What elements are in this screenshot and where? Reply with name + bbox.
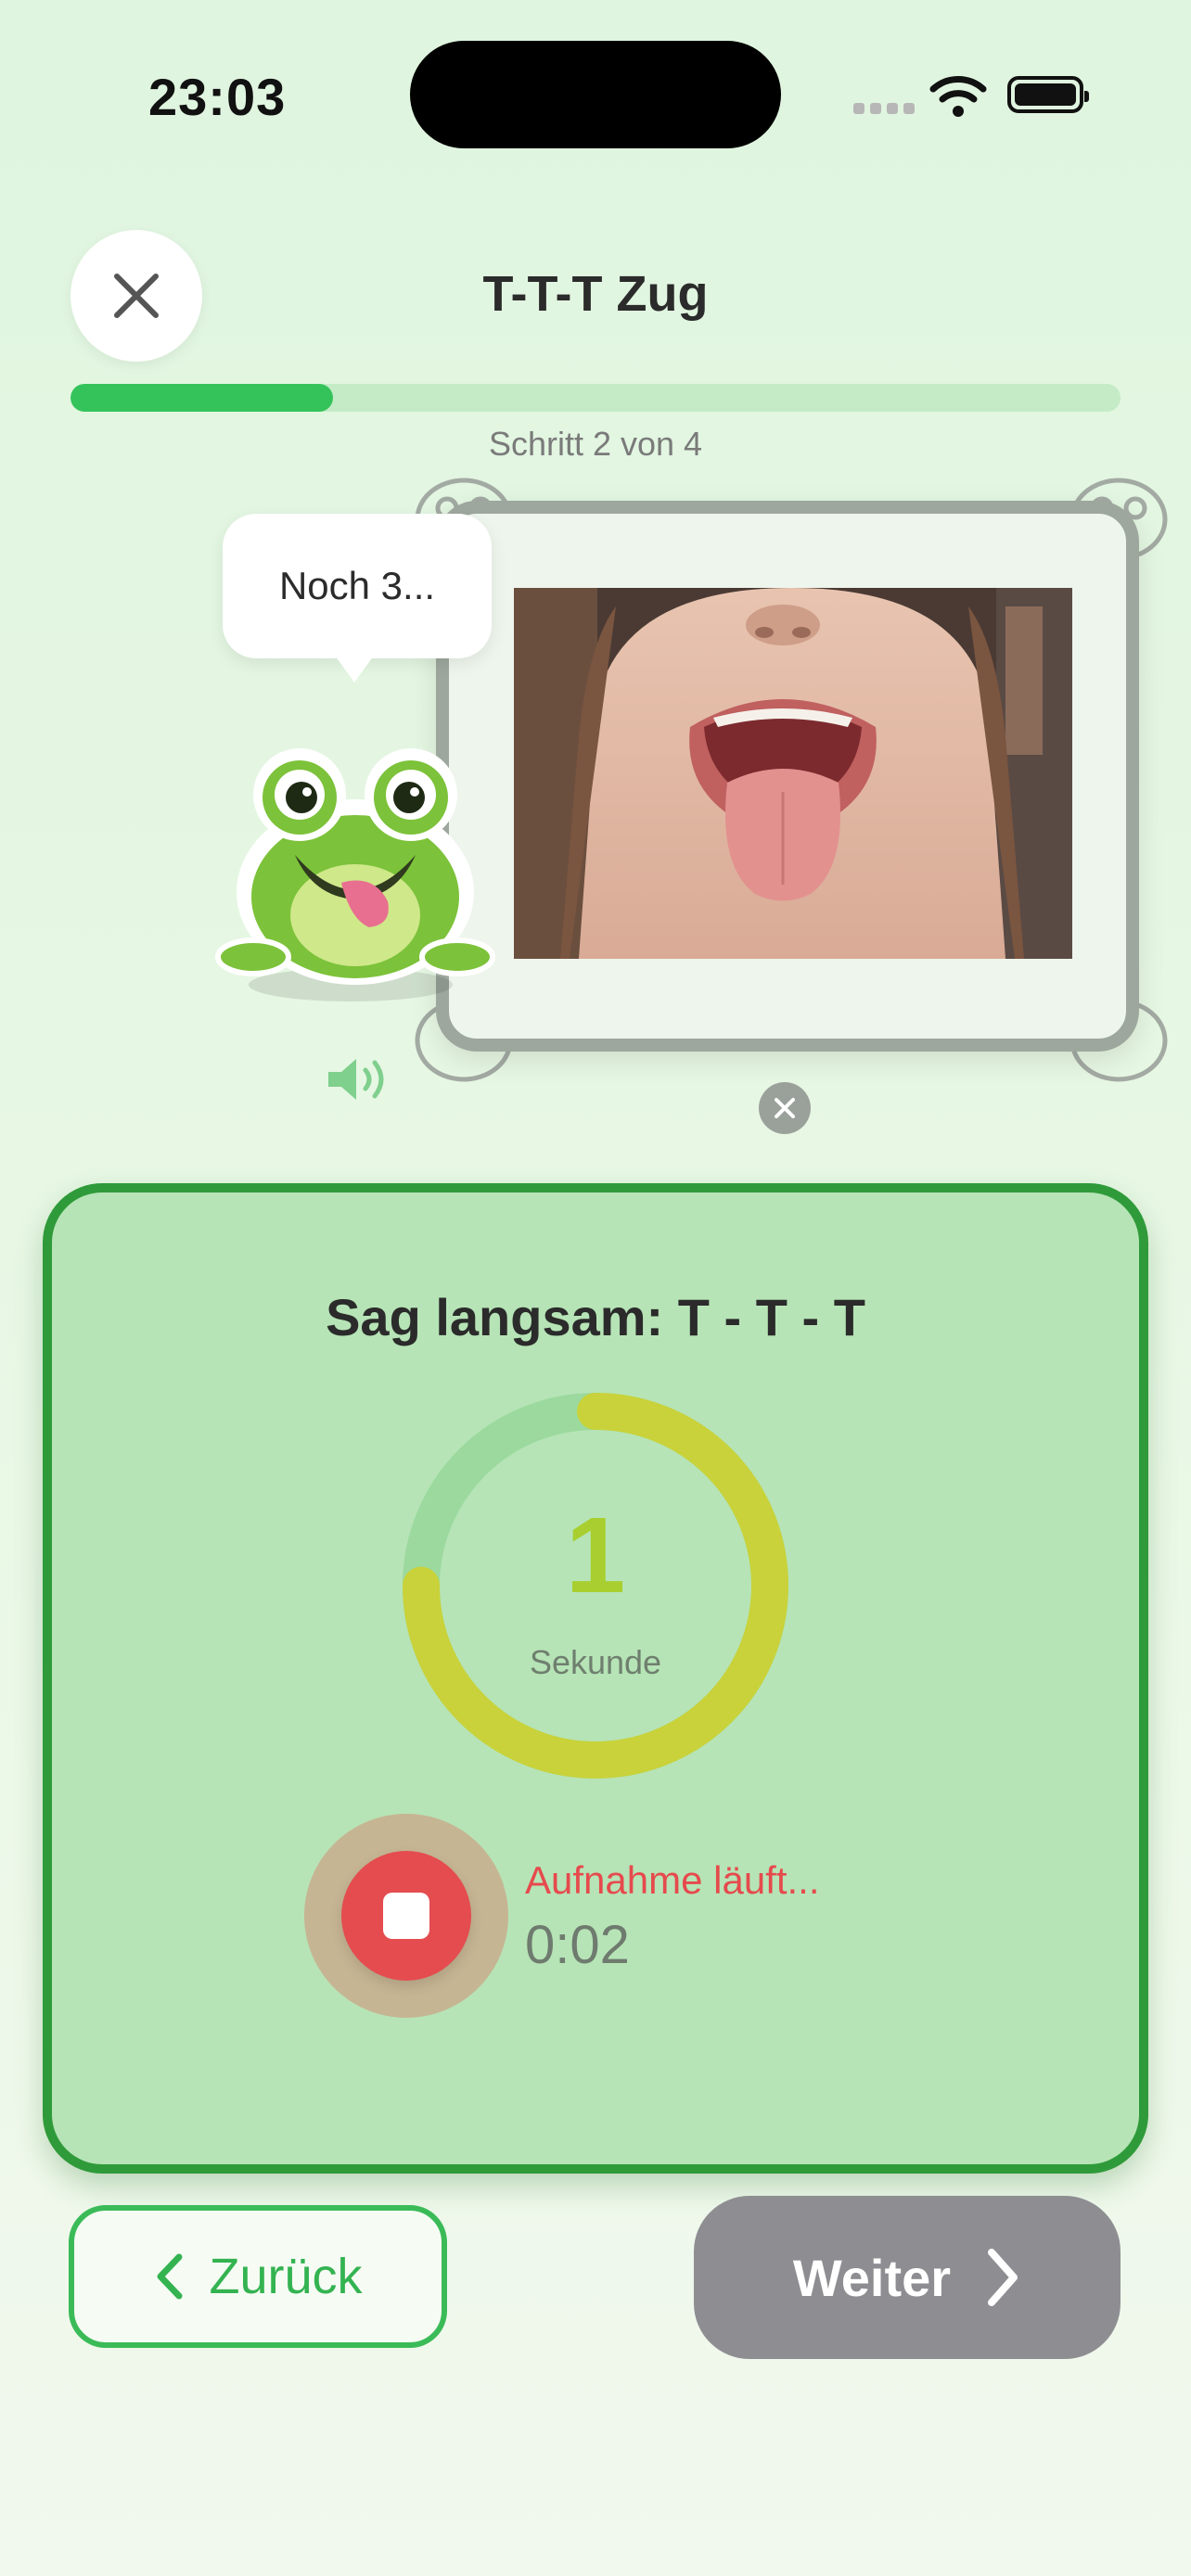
cellular-signal-icon bbox=[853, 102, 920, 119]
countdown-value: 1 bbox=[565, 1495, 626, 1615]
close-icon bbox=[775, 1098, 795, 1118]
speech-bubble-tail bbox=[330, 649, 378, 682]
wifi-icon bbox=[929, 76, 987, 117]
back-button[interactable]: Zurück bbox=[69, 2205, 447, 2348]
dynamic-island bbox=[410, 41, 781, 148]
battery-icon bbox=[1007, 76, 1089, 113]
stop-recording-button[interactable] bbox=[341, 1851, 471, 1981]
progress-bar bbox=[70, 384, 1121, 412]
page-title: T-T-T Zug bbox=[482, 266, 709, 322]
next-button[interactable]: Weiter bbox=[694, 2196, 1121, 2359]
recording-time: 0:02 bbox=[525, 1915, 630, 1975]
status-time: 23:03 bbox=[148, 68, 287, 126]
exercise-instruction: Sag langsam: T - T - T bbox=[326, 1288, 865, 1346]
recording-status: Aufnahme läuft... bbox=[525, 1858, 820, 1902]
speech-bubble: Noch 3... bbox=[223, 514, 492, 658]
tongue-photo bbox=[514, 588, 1072, 959]
next-button-label: Weiter bbox=[792, 2248, 952, 2307]
frog-mascot bbox=[215, 748, 495, 1001]
countdown-unit: Sekunde bbox=[529, 1643, 662, 1681]
stop-icon bbox=[383, 1893, 429, 1939]
chevron-left-icon bbox=[157, 2253, 183, 2300]
chevron-right-icon bbox=[988, 2249, 1018, 2306]
speaker-icon[interactable] bbox=[325, 1053, 391, 1105]
progress-fill bbox=[70, 384, 333, 412]
back-button-label: Zurück bbox=[209, 2249, 363, 2304]
step-label: Schritt 2 von 4 bbox=[488, 425, 703, 463]
media-close-button[interactable] bbox=[759, 1082, 811, 1134]
